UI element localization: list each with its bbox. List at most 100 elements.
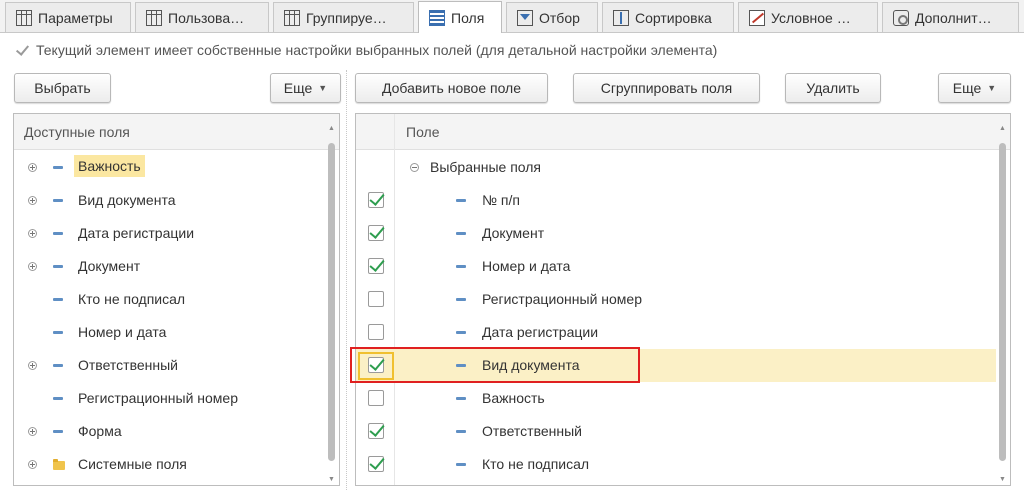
table-row[interactable]: Важность xyxy=(356,382,996,415)
field-icon xyxy=(53,430,63,433)
field-label: Дата регистрации xyxy=(482,324,599,340)
use-field-checkbox[interactable] xyxy=(368,390,384,406)
panel-divider xyxy=(346,70,347,490)
table-row-selected[interactable]: Вид документа xyxy=(356,349,996,382)
chevron-down-icon: ▼ xyxy=(987,83,997,93)
use-field-checkbox[interactable] xyxy=(368,357,384,373)
expand-icon[interactable] xyxy=(28,262,37,271)
available-fields-tree[interactable]: Доступные поля Важность Вид документа Да… xyxy=(13,113,340,486)
select-button[interactable]: Выбрать xyxy=(14,73,111,103)
use-field-checkbox[interactable] xyxy=(368,192,384,208)
scrollbar-thumb[interactable] xyxy=(999,143,1006,461)
field-icon xyxy=(456,298,466,301)
collapse-icon[interactable] xyxy=(410,163,419,172)
tab-groupings[interactable]: Группируе… xyxy=(273,2,414,32)
tree-item[interactable]: Системные поля xyxy=(14,448,325,481)
table-icon xyxy=(146,9,162,26)
table-row[interactable]: Ответственный xyxy=(356,415,996,448)
tab-conditional-format[interactable]: Условное … xyxy=(738,2,878,32)
tree-item[interactable]: Дата регистрации xyxy=(14,217,325,250)
field-label: Регистрационный номер xyxy=(482,291,642,307)
add-field-button[interactable]: Добавить новое поле xyxy=(355,73,548,103)
use-field-checkbox[interactable] xyxy=(368,324,384,340)
use-field-checkbox[interactable] xyxy=(368,225,384,241)
tree-item-label: Документ xyxy=(78,258,141,274)
tree-item-label: Важность xyxy=(74,155,145,177)
field-icon xyxy=(456,265,466,268)
group-row[interactable]: Выбранные поля xyxy=(356,151,996,184)
tab-label: Сортировка xyxy=(635,9,712,26)
own-settings-label: Текущий элемент имеет собственные настро… xyxy=(36,42,718,58)
checkmark-icon xyxy=(14,42,30,58)
tree-item-label: Номер и дата xyxy=(78,324,167,340)
select-button-label: Выбрать xyxy=(34,80,91,96)
use-field-checkbox[interactable] xyxy=(368,423,384,439)
available-fields-header: Доступные поля xyxy=(14,114,339,150)
tree-item[interactable]: Кто не подписал xyxy=(14,283,325,316)
table-row[interactable]: Регистрационный номер xyxy=(356,283,996,316)
tree-item[interactable]: Номер и дата xyxy=(14,316,325,349)
field-icon xyxy=(53,298,63,301)
right-more-button[interactable]: Еще ▼ xyxy=(938,73,1011,103)
tree-item[interactable]: Важность xyxy=(14,151,325,184)
group-fields-button-label: Сгруппировать поля xyxy=(600,80,733,96)
field-icon xyxy=(53,364,63,367)
use-field-checkbox[interactable] xyxy=(368,258,384,274)
selected-fields-tree[interactable]: Поле Выбранные поля № п/п Документ Номер… xyxy=(355,113,1011,486)
scroll-up-icon[interactable]: ▲ xyxy=(328,125,335,132)
right-scrollbar[interactable]: ▲ ▼ xyxy=(998,125,1008,483)
tree-item-label: Форма xyxy=(78,423,122,439)
field-icon xyxy=(53,232,63,235)
table-row[interactable]: Дата регистрации xyxy=(356,316,996,349)
table-row[interactable]: Номер и дата xyxy=(356,250,996,283)
field-label: Вид документа xyxy=(482,357,580,373)
sort-icon xyxy=(613,9,629,26)
expand-icon[interactable] xyxy=(28,460,37,469)
field-icon xyxy=(456,331,466,334)
scroll-down-icon[interactable]: ▼ xyxy=(328,476,335,483)
scroll-up-icon[interactable]: ▲ xyxy=(999,125,1006,132)
tab-fields[interactable]: Поля xyxy=(418,1,502,33)
tree-item-label: Кто не подписал xyxy=(78,291,186,307)
conditional-format-icon xyxy=(749,9,765,26)
tree-item[interactable]: Ответственный xyxy=(14,349,325,382)
expand-icon[interactable] xyxy=(28,163,37,172)
expand-icon[interactable] xyxy=(28,229,37,238)
tree-item[interactable]: Форма xyxy=(14,415,325,448)
settings-icon xyxy=(893,9,909,26)
more-button-label: Еще xyxy=(952,80,982,96)
tab-parameters[interactable]: Параметры xyxy=(5,2,131,32)
filter-icon xyxy=(517,9,533,26)
add-field-button-label: Добавить новое поле xyxy=(381,80,522,96)
field-label: Ответственный xyxy=(482,423,582,439)
tree-item[interactable]: Регистрационный номер xyxy=(14,382,325,415)
header-label: Поле xyxy=(406,123,440,140)
fields-icon xyxy=(429,9,445,26)
expand-icon[interactable] xyxy=(28,196,37,205)
expand-icon[interactable] xyxy=(28,427,37,436)
own-settings-checkbox[interactable]: Текущий элемент имеет собственные настро… xyxy=(14,40,717,60)
table-row[interactable]: Кто не подписал xyxy=(356,448,996,481)
table-row[interactable]: Документ xyxy=(356,217,996,250)
tab-sorting[interactable]: Сортировка xyxy=(602,2,734,32)
tab-user[interactable]: Пользова… xyxy=(135,2,269,32)
left-more-button[interactable]: Еще ▼ xyxy=(270,73,341,103)
tab-additional[interactable]: Дополнит… xyxy=(882,2,1019,32)
left-scrollbar[interactable]: ▲ ▼ xyxy=(327,125,337,483)
field-icon xyxy=(456,430,466,433)
use-field-checkbox[interactable] xyxy=(368,291,384,307)
selected-fields-header: Поле xyxy=(356,114,1010,150)
field-icon xyxy=(53,397,63,400)
delete-button-label: Удалить xyxy=(806,80,860,96)
table-row[interactable]: № п/п xyxy=(356,184,996,217)
delete-button[interactable]: Удалить xyxy=(785,73,881,103)
use-field-checkbox[interactable] xyxy=(368,456,384,472)
group-fields-button[interactable]: Сгруппировать поля xyxy=(573,73,760,103)
scrollbar-thumb[interactable] xyxy=(328,143,335,461)
field-icon xyxy=(53,265,63,268)
scroll-down-icon[interactable]: ▼ xyxy=(999,476,1006,483)
tree-item[interactable]: Вид документа xyxy=(14,184,325,217)
tab-filter[interactable]: Отбор xyxy=(506,2,598,32)
expand-icon[interactable] xyxy=(28,361,37,370)
tree-item[interactable]: Документ xyxy=(14,250,325,283)
